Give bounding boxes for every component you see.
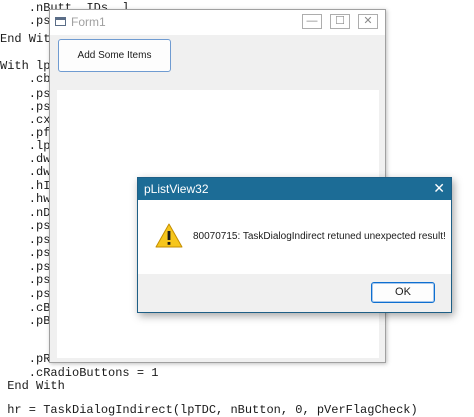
code-line: .lp (0, 139, 51, 153)
code-line: .ps (0, 87, 51, 101)
form1-title: Form1 (71, 15, 106, 29)
maximize-button[interactable]: ☐ (330, 14, 350, 29)
close-button[interactable]: ✕ (358, 14, 378, 29)
code-line: .ps (0, 233, 51, 247)
code-line: hr = TaskDialogIndirect(lpTDC, nButton, … (0, 403, 418, 417)
code-line: .hw (0, 192, 51, 206)
code-line: .cb (0, 72, 51, 86)
task-dialog: pListView32 ✕ 80070715: TaskDialogIndire… (137, 177, 452, 313)
code-line: .cRadioButtons = 1 (0, 366, 159, 380)
code-line: .cx (0, 113, 51, 127)
dialog-content: 80070715: TaskDialogIndirect retuned une… (138, 200, 451, 274)
code-line: .ps (0, 14, 51, 28)
code-line: .pR (0, 352, 51, 366)
code-line: .ps (0, 260, 51, 274)
code-line: .pf (0, 126, 51, 140)
dialog-message: 80070715: TaskDialogIndirect retuned une… (193, 231, 446, 242)
code-line: .cB (0, 301, 51, 315)
dialog-titlebar[interactable]: pListView32 ✕ (138, 178, 451, 200)
code-line: End With (0, 379, 65, 393)
code-line: .ps (0, 273, 51, 287)
code-line: .ps (0, 246, 51, 260)
code-line: .nD (0, 206, 51, 220)
add-some-items-button[interactable]: Add Some Items (58, 39, 171, 72)
code-line: .dw (0, 165, 51, 179)
code-line: .ps (0, 100, 51, 114)
minimize-button[interactable]: — (302, 14, 322, 29)
code-line: .ps (0, 219, 51, 233)
window-icon (55, 17, 66, 26)
dialog-close-button[interactable]: ✕ (433, 180, 445, 197)
code-line: .ps (0, 287, 51, 301)
code-line: .pB (0, 314, 51, 328)
code-line: .dw (0, 152, 51, 166)
dialog-title: pListView32 (144, 182, 209, 196)
form1-titlebar[interactable]: Form1 — ☐ ✕ (50, 10, 385, 35)
warning-icon (155, 223, 183, 248)
code-line: .hI (0, 179, 51, 193)
ok-button[interactable]: OK (371, 282, 435, 303)
